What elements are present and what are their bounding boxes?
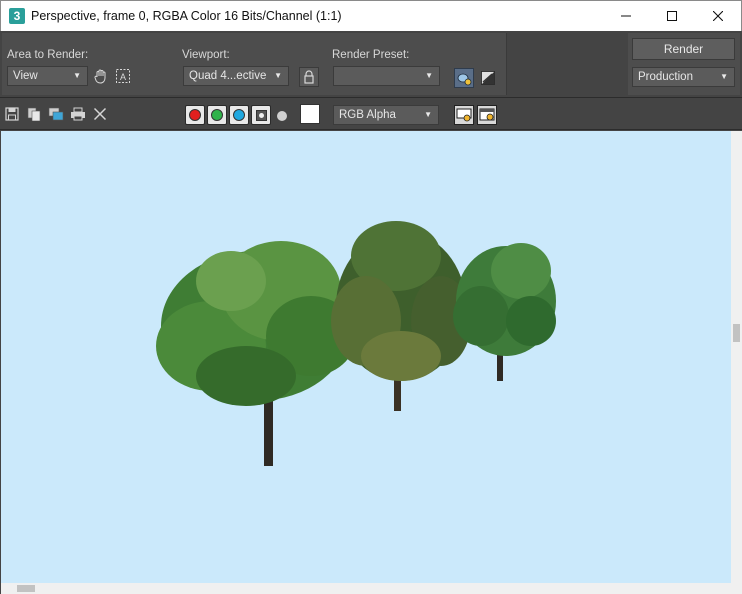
rendered-trees-image <box>156 221 556 466</box>
clone-window-button[interactable] <box>48 106 64 122</box>
vertical-scrollbar-thumb[interactable] <box>733 324 740 342</box>
maximize-icon <box>667 11 677 21</box>
chevron-down-icon: ▼ <box>274 71 282 80</box>
viewport-dropdown[interactable]: Quad 4...ective ▼ <box>183 66 289 86</box>
chevron-down-icon: ▼ <box>73 71 81 80</box>
chevron-down-icon: ▼ <box>425 71 433 80</box>
monochrome-toggle[interactable] <box>277 111 287 121</box>
hand-icon <box>94 69 106 84</box>
vertical-scrollbar[interactable] <box>731 131 742 583</box>
green-channel-toggle[interactable] <box>207 105 227 125</box>
maximize-button[interactable] <box>649 1 695 31</box>
clear-button[interactable] <box>92 106 108 122</box>
frame-buffer-toolbar: RGB Alpha ▼ <box>0 97 742 130</box>
chevron-down-icon: ▼ <box>720 72 728 81</box>
render-action-panel: Render Production ▼ <box>628 33 740 95</box>
copy-icon <box>27 107 41 121</box>
render-button[interactable]: Render <box>632 38 735 60</box>
render-mode-value: Production <box>638 71 693 83</box>
svg-text:A: A <box>120 72 126 82</box>
minimize-icon <box>621 15 631 17</box>
app-icon: 3 <box>9 8 25 24</box>
alpha-channel-toggle[interactable] <box>251 105 271 125</box>
lock-icon <box>304 70 314 84</box>
channel-display-value: RGB Alpha <box>339 109 396 121</box>
auto-region-button[interactable]: A <box>114 67 132 85</box>
lock-viewport-button[interactable] <box>299 67 319 87</box>
viewport-value: Quad 4...ective <box>189 70 267 82</box>
toggle-ui-button[interactable] <box>477 105 497 125</box>
window-eye-icon <box>479 108 495 121</box>
auto-region-icon: A <box>116 69 130 83</box>
background-color-swatch[interactable] <box>300 104 320 124</box>
display-overlay-icon <box>456 108 472 122</box>
area-to-render-value: View <box>13 70 38 82</box>
area-to-render-label: Area to Render: <box>7 49 89 61</box>
horizontal-scrollbar[interactable] <box>1 583 742 594</box>
clone-window-icon <box>48 107 64 121</box>
render-preset-label: Render Preset: <box>332 49 410 61</box>
close-icon <box>93 107 107 121</box>
horizontal-scrollbar-thumb[interactable] <box>17 585 35 592</box>
close-icon <box>713 11 723 21</box>
alpha-channel-icon <box>255 109 267 121</box>
teapot-gear-icon <box>457 73 472 86</box>
blue-channel-toggle[interactable] <box>229 105 249 125</box>
red-channel-toggle[interactable] <box>185 105 205 125</box>
red-channel-icon <box>189 109 201 121</box>
channel-display-dropdown[interactable]: RGB Alpha ▼ <box>333 105 439 125</box>
environment-exposure-button[interactable] <box>478 68 498 88</box>
render-controls-bar: Area to Render: View ▼ A Viewport: Quad … <box>0 31 742 97</box>
render-setup-button[interactable] <box>454 68 474 88</box>
tree-canopy-right <box>453 243 556 356</box>
tree-canopy-left <box>156 241 356 406</box>
viewport-label: Viewport: <box>182 49 230 61</box>
minimize-button[interactable] <box>603 1 649 31</box>
print-icon <box>71 107 85 121</box>
green-channel-icon <box>211 109 223 121</box>
save-image-button[interactable] <box>4 106 20 122</box>
rendered-image-viewport[interactable] <box>1 131 731 583</box>
exposure-icon <box>481 71 495 85</box>
area-to-render-dropdown[interactable]: View ▼ <box>7 66 88 86</box>
blue-channel-icon <box>233 109 245 121</box>
render-mode-dropdown[interactable]: Production ▼ <box>632 67 735 87</box>
print-image-button[interactable] <box>70 106 86 122</box>
tree-canopy-middle <box>331 221 471 381</box>
close-button[interactable] <box>695 1 741 31</box>
title-bar: 3 Perspective, frame 0, RGBA Color 16 Bi… <box>0 0 742 31</box>
window-controls <box>603 1 741 31</box>
save-icon <box>5 107 19 121</box>
window-title: Perspective, frame 0, RGBA Color 16 Bits… <box>31 9 342 23</box>
chevron-down-icon: ▼ <box>424 110 432 119</box>
toggle-ui-overlay-button[interactable] <box>454 105 474 125</box>
copy-image-button[interactable] <box>26 106 42 122</box>
render-preset-dropdown[interactable]: ▼ <box>333 66 440 86</box>
pan-hand-button[interactable] <box>92 67 110 85</box>
render-settings-panel: Area to Render: View ▼ A Viewport: Quad … <box>2 33 507 95</box>
